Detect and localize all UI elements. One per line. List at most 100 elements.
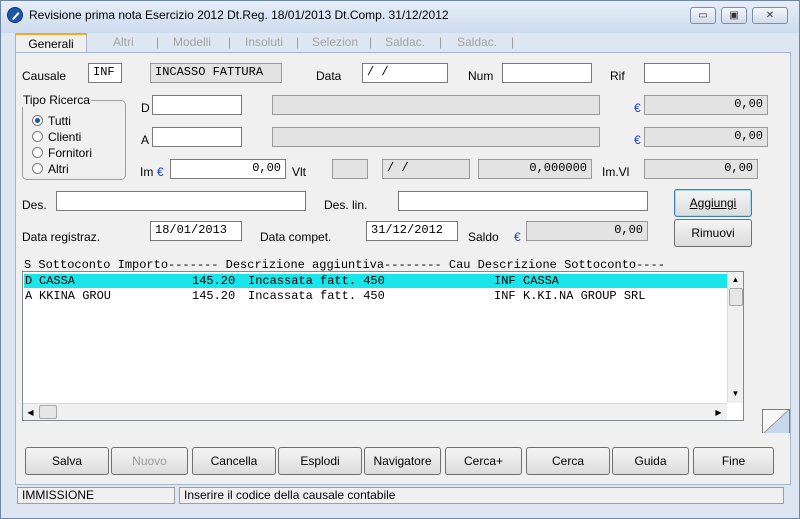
guida-button[interactable]: Guida	[612, 447, 689, 475]
d-euro-icon: €	[634, 101, 641, 115]
scroll-left-icon[interactable]: ◀	[23, 405, 38, 420]
nuovo-button[interactable]: Nuovo	[111, 447, 188, 475]
deslin-input[interactable]	[398, 191, 648, 211]
a-label: A	[141, 133, 150, 147]
im-euro-icon: €	[157, 165, 164, 179]
tab-selezion[interactable]: Selezion	[312, 35, 358, 49]
scroll-thumb-vertical[interactable]	[729, 288, 743, 306]
tab-modelli[interactable]: Modelli	[173, 35, 211, 49]
app-icon	[7, 7, 23, 23]
vlt-label: Vlt	[292, 165, 307, 179]
tab-separator: |	[156, 35, 160, 49]
des-label: Des.	[22, 198, 47, 212]
imvl-label: Im.Vl	[602, 165, 630, 179]
scroll-up-icon[interactable]: ▲	[728, 272, 743, 287]
table-row[interactable]: D CASSA 145.20 Incassata fatt. 450 INF C…	[24, 274, 731, 288]
table-row[interactable]: A KKINA GROU 145.20 Incassata fatt. 450 …	[24, 289, 731, 303]
tab-saldac-1[interactable]: Saldac.	[385, 35, 425, 49]
deslin-label: Des. lin.	[324, 198, 368, 212]
d-account-input[interactable]	[152, 95, 242, 115]
navigatore-button[interactable]: Navigatore	[364, 447, 441, 475]
tab-separator: |	[296, 35, 300, 49]
title-bar: Revisione prima nota Esercizio 2012 Dt.R…	[1, 1, 799, 33]
cell-importo: 145.20	[192, 289, 236, 303]
importo-input[interactable]: 0,00	[170, 159, 286, 179]
scroll-thumb-horizontal[interactable]	[39, 405, 57, 419]
tab-altri[interactable]: Altri	[113, 35, 134, 49]
cell-sottoconto: CASSA	[39, 274, 76, 288]
cerca-plus-button[interactable]: Cerca+	[445, 447, 522, 475]
status-mode: IMMISSIONE	[17, 487, 175, 504]
vertical-scrollbar[interactable]: ▲ ▼	[727, 272, 743, 403]
num-label: Num	[468, 69, 494, 83]
tab-strip: Generali Altri | Modelli | Insoluti | Se…	[15, 33, 525, 53]
radio-fornitori-label: Fornitori	[48, 146, 93, 160]
imvl-amount: 0,00	[644, 159, 758, 179]
im-label: Im	[140, 165, 154, 179]
tab-separator: |	[439, 35, 443, 49]
data-registraz-input[interactable]: 18/01/2013	[150, 221, 242, 241]
cell-descrizione: Incassata fatt. 450	[248, 289, 385, 303]
list-header: S Sottoconto Importo------- Descrizione …	[24, 258, 665, 272]
cell-cau: INF	[494, 274, 516, 288]
horizontal-scrollbar[interactable]: ◀ ▶	[23, 403, 727, 420]
radio-tutti[interactable]	[32, 115, 43, 126]
cell-desc-sottoconto: K.KI.NA GROUP SRL	[523, 289, 646, 303]
radio-clienti-label: Clienti	[48, 130, 82, 144]
movements-list[interactable]: D CASSA 145.20 Incassata fatt. 450 INF C…	[22, 271, 744, 421]
radio-altri-label: Altri	[48, 162, 69, 176]
cerca-button[interactable]: Cerca	[526, 447, 610, 475]
num-input[interactable]	[502, 63, 592, 83]
tab-generali[interactable]: Generali	[15, 33, 87, 52]
d-amount: 0,00	[644, 95, 768, 115]
rif-input[interactable]	[644, 63, 710, 83]
cell-importo: 145.20	[192, 274, 236, 288]
causale-label: Causale	[22, 69, 67, 83]
d-account-description	[272, 95, 600, 115]
tab-separator: |	[511, 35, 515, 49]
causale-input[interactable]: INF	[88, 63, 122, 83]
cell-descrizione: Incassata fatt. 450	[248, 274, 385, 288]
data-registraz-label: Data registraz.	[22, 230, 101, 244]
cell-s: A	[25, 289, 33, 303]
window-title: Revisione prima nota Esercizio 2012 Dt.R…	[29, 8, 449, 22]
fine-button[interactable]: Fine	[693, 447, 774, 475]
status-message: Inserire il codice della causale contabi…	[179, 487, 784, 504]
scroll-down-icon[interactable]: ▼	[728, 386, 743, 401]
a-amount: 0,00	[644, 127, 768, 147]
resize-grip-icon	[762, 409, 790, 435]
d-label: D	[141, 101, 150, 115]
tab-separator: |	[228, 35, 232, 49]
generali-panel: Causale INF INCASSO FATTURA Data / / Num…	[15, 52, 791, 435]
a-account-input[interactable]	[152, 127, 242, 147]
close-button[interactable]: ✕	[752, 7, 788, 24]
data-label: Data	[316, 69, 342, 83]
tab-saldac-2[interactable]: Saldac.	[457, 35, 497, 49]
tab-separator: |	[369, 35, 373, 49]
valuta-code	[332, 159, 368, 179]
esplodi-button[interactable]: Esplodi	[278, 447, 362, 475]
cell-cau: INF	[494, 289, 516, 303]
cancella-button[interactable]: Cancella	[192, 447, 276, 475]
cell-desc-sottoconto: CASSA	[523, 274, 560, 288]
radio-clienti[interactable]	[32, 131, 43, 142]
rif-label: Rif	[610, 69, 625, 83]
tab-insoluti[interactable]: Insoluti	[245, 35, 283, 49]
data-compet-label: Data compet.	[260, 230, 332, 244]
aggiungi-button-label: Aggiungi	[689, 196, 737, 210]
a-euro-icon: €	[634, 133, 641, 147]
des-input[interactable]	[56, 191, 306, 211]
data-input[interactable]: / /	[362, 63, 448, 83]
scroll-right-icon[interactable]: ▶	[711, 405, 726, 420]
salva-button[interactable]: Salva	[25, 447, 109, 475]
tipo-ricerca-label: Tipo Ricerca	[22, 93, 91, 107]
maximize-button[interactable]: ▣	[721, 7, 747, 24]
radio-altri[interactable]	[32, 163, 43, 174]
rimuovi-button[interactable]: Rimuovi	[674, 219, 752, 247]
saldo-euro-icon: €	[514, 230, 521, 244]
saldo-label: Saldo	[468, 230, 499, 244]
minimize-button[interactable]: ▭	[690, 7, 716, 24]
radio-fornitori[interactable]	[32, 147, 43, 158]
aggiungi-button[interactable]: Aggiungi	[674, 189, 752, 217]
data-compet-input[interactable]: 31/12/2012	[366, 221, 458, 241]
